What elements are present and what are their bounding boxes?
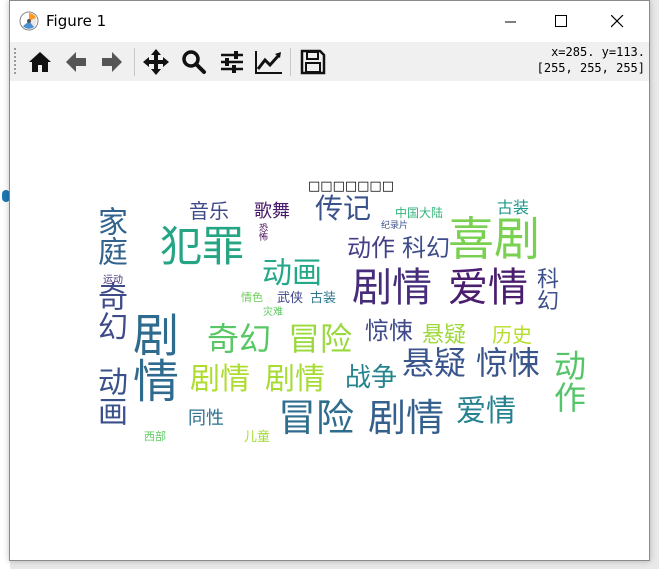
forward-button[interactable] <box>96 46 128 78</box>
word-cloud-word: 奇幻 <box>92 281 127 341</box>
home-icon <box>29 52 51 72</box>
word-cloud-word: 战争 <box>345 363 398 393</box>
title-bar: Figure 1 <box>10 1 649 42</box>
word-cloud-word: 歌舞 <box>254 201 290 222</box>
word-cloud-word: 爱情 <box>456 394 516 429</box>
word-cloud-word: 犯罪 <box>160 222 245 271</box>
pan-button[interactable] <box>140 46 172 78</box>
word-cloud-word: 科幻 <box>533 267 558 311</box>
line-chart-icon <box>255 51 282 74</box>
word-cloud-word: 灾难 <box>263 307 283 318</box>
word-cloud-word: 中国大陆 <box>395 206 444 220</box>
magnifier-icon <box>182 50 206 74</box>
toolbar-separator <box>290 48 291 76</box>
word-cloud-word: 剧情 <box>352 265 432 311</box>
word-cloud-word: 喜剧 <box>448 212 540 266</box>
word-cloud-word: 悬疑 <box>422 323 467 348</box>
maximize-button[interactable] <box>538 1 584 42</box>
word-cloud-word: 纪录片 <box>381 221 409 231</box>
minimize-icon <box>505 21 516 22</box>
pixel-value: [255, 255, 255] <box>536 61 645 75</box>
back-button[interactable] <box>60 46 92 78</box>
toolbar-separator <box>134 48 135 76</box>
word-cloud-word: 同性 <box>188 408 224 429</box>
save-button[interactable] <box>297 46 329 78</box>
floppy-disk-icon <box>300 49 326 75</box>
edit-axes-button[interactable] <box>253 46 285 78</box>
word-cloud-word: 音乐 <box>189 199 229 223</box>
word-cloud-word: 儿童 <box>244 430 271 445</box>
word-cloud-word: 古装 <box>497 198 530 217</box>
word-cloud-word: 恐怖 <box>257 223 267 241</box>
maximize-icon <box>554 15 567 27</box>
word-cloud-word: 家庭 <box>92 206 127 266</box>
coordinates-xy: x=285. y=113. <box>551 45 645 59</box>
word-cloud-word: 剧情 <box>368 396 445 440</box>
subplots-button[interactable] <box>216 46 248 78</box>
word-cloud-word: 剧情 <box>190 362 250 397</box>
close-button[interactable] <box>594 1 640 42</box>
toolbar-grip[interactable] <box>14 48 16 76</box>
word-cloud-word: 动作 <box>549 349 587 413</box>
word-cloud-word: 爱情 <box>448 265 528 311</box>
home-button[interactable] <box>24 46 56 78</box>
word-cloud-word: 运动 <box>103 275 123 286</box>
navigation-toolbar: x=285. y=113. [255, 255, 255] <box>10 42 649 82</box>
window-title: Figure 1 <box>46 12 107 30</box>
word-cloud-word: 剧情 <box>265 362 325 397</box>
word-cloud-word: 惊悚 <box>476 344 541 382</box>
sliders-icon <box>221 51 243 73</box>
minimize-button[interactable] <box>488 1 534 42</box>
word-cloud-word: 传记 <box>315 192 372 225</box>
word-cloud-word: 历史 <box>492 323 532 347</box>
move-icon <box>143 49 169 75</box>
word-cloud-word: 科幻 <box>402 234 450 262</box>
arrow-left-icon <box>66 52 86 72</box>
figure-window: Figure 1 x=285. y=113. [255, 255, 255] □… <box>9 0 650 561</box>
zoom-button[interactable] <box>178 46 210 78</box>
word-cloud-word: 武侠 <box>277 291 304 306</box>
figure-canvas[interactable]: □□□□□□□ 剧情 剧情 爱情 喜剧 犯罪 冒险 剧情 冒险 奇幻 剧情 剧情… <box>10 81 649 560</box>
app-icon <box>19 11 39 31</box>
cursor-coordinates: x=285. y=113. [255, 255, 255] <box>537 44 645 76</box>
word-cloud-word: 惊悚 <box>365 317 413 345</box>
word-cloud-word: 西部 <box>144 430 166 443</box>
word-cloud-word: 冒险 <box>278 396 355 440</box>
word-cloud-word: 奇幻 <box>207 320 272 358</box>
arrow-right-icon <box>102 52 122 72</box>
word-cloud-word: 剧情 <box>126 311 180 403</box>
word-cloud-word: 情色 <box>241 291 263 304</box>
word-cloud-word: 动作 <box>347 234 395 262</box>
word-cloud-word: 动画 <box>262 256 322 291</box>
word-cloud-word: 悬疑 <box>402 344 467 382</box>
word-cloud-word: 冒险 <box>288 320 353 358</box>
close-icon <box>610 15 623 28</box>
word-cloud-word: 古装 <box>310 291 337 306</box>
word-cloud-word: 动画 <box>92 366 127 426</box>
